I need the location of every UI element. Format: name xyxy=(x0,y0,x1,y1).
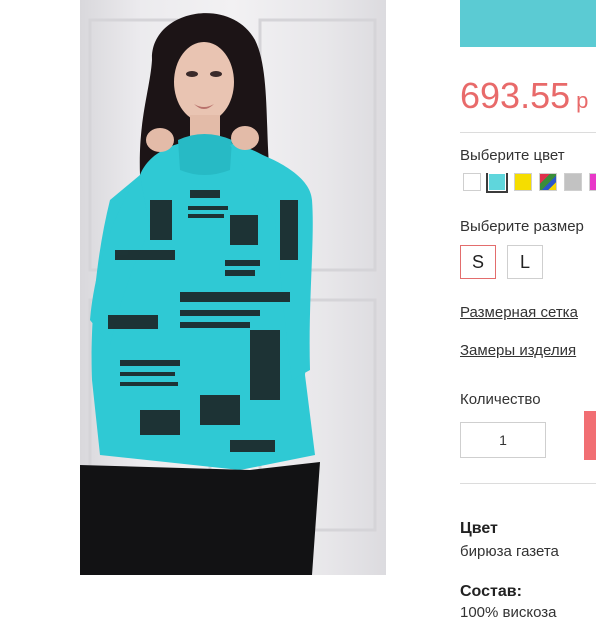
spec-color-value: бирюза газета xyxy=(460,543,559,560)
color-swatches xyxy=(461,173,596,193)
swatch-yellow[interactable] xyxy=(514,173,532,191)
product-price: 693.55 р xyxy=(460,78,588,119)
spec-color-title: Цвет xyxy=(460,520,498,537)
swatch-grey[interactable] xyxy=(564,173,582,191)
product-photo[interactable] xyxy=(80,0,386,575)
swatch-white[interactable] xyxy=(463,173,481,191)
divider xyxy=(460,132,596,133)
add-to-cart-button[interactable] xyxy=(584,411,596,460)
swatch-multicolor[interactable] xyxy=(539,173,557,191)
swatch-pink[interactable] xyxy=(589,173,596,191)
swatch-turquoise[interactable] xyxy=(486,173,508,193)
size-chart-link[interactable]: Размерная сетка xyxy=(460,304,578,321)
header-accent-bar xyxy=(460,0,596,47)
spec-composition-title: Состав: xyxy=(460,583,522,600)
spec-composition-value: 100% вискоза xyxy=(460,604,557,621)
measurements-link[interactable]: Замеры изделия xyxy=(460,342,576,359)
price-value: 693.55 xyxy=(460,75,571,116)
size-button-l[interactable]: L xyxy=(507,245,543,279)
size-picker-label: Выберите размер xyxy=(460,218,584,235)
quantity-input[interactable]: 1 xyxy=(460,422,546,458)
model-illustration xyxy=(80,13,377,575)
divider xyxy=(460,483,596,484)
color-picker-label: Выберите цвет xyxy=(460,147,565,164)
price-currency: р xyxy=(576,88,589,113)
size-button-s[interactable]: S xyxy=(460,245,496,279)
quantity-label: Количество xyxy=(460,391,541,408)
